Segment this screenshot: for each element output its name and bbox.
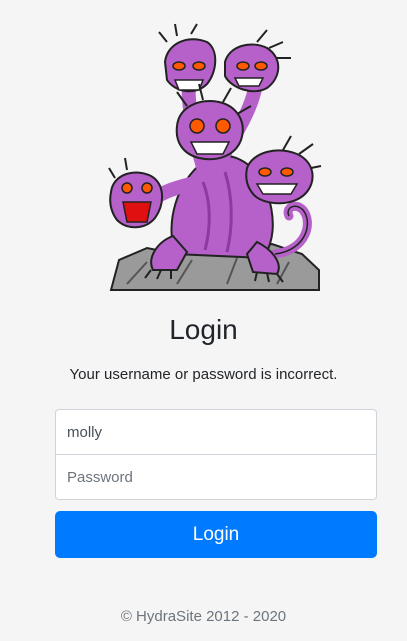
username-input[interactable] <box>55 409 377 455</box>
footer-copyright: © HydraSite 2012 - 2020 <box>120 608 287 625</box>
page-title: Login <box>169 314 238 345</box>
hydra-logo-icon <box>108 23 322 291</box>
hydra-logo <box>107 22 323 292</box>
password-input[interactable] <box>55 455 377 500</box>
login-error-message: Your username or password is incorrect. <box>69 366 338 383</box>
login-button[interactable]: Login <box>55 511 377 558</box>
